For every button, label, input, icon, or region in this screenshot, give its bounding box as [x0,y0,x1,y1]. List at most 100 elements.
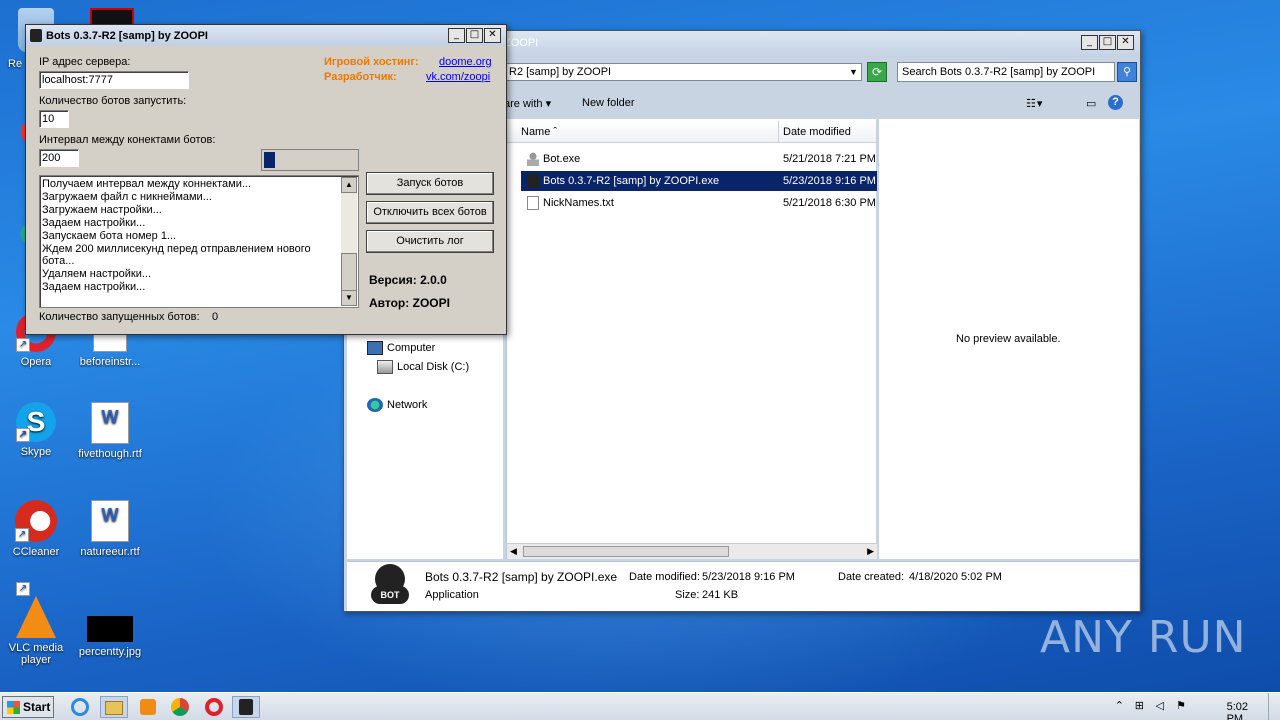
skype-icon: S ↗ [16,402,56,442]
scroll-left-icon[interactable]: ◀ [510,546,517,557]
scroll-up-icon[interactable]: ▲ [341,177,357,193]
disconnect-all-bots-button[interactable]: Отключить всех ботов [366,201,494,224]
file-list[interactable]: Name ˆ Date modified Bot.exe 5/21/2018 7… [506,119,877,559]
log-line: Загружаем файл с никнеймами... [42,190,212,203]
desktop-icon-vlc[interactable]: ↗ VLC media player [2,582,70,666]
column-header-date-modified[interactable]: Date modified [779,121,877,143]
bots-app-window[interactable]: Bots 0.3.7-R2 [samp] by ZOOPI _ □ ✕ IP а… [25,24,507,335]
minimize-button[interactable]: _ [1081,35,1098,50]
volume-icon[interactable]: ◁ [1156,699,1164,712]
shortcut-arrow-icon: ↗ [16,338,30,352]
details-size: 241 KB [702,589,739,601]
log-line: Задаем настройки... [42,216,146,229]
preview-text: No preview available. [956,333,1061,345]
shortcut-arrow-icon: ↗ [16,582,30,596]
start-button[interactable]: Start [2,696,54,718]
address-bar[interactable]: R2 [samp] by ZOOPI [504,63,862,81]
bot-count-label: Количество ботов запустить: [39,95,187,107]
horizontal-scrollbar[interactable]: ◀ ▶ [507,543,877,559]
version-info: Версия: 2.0.0 [369,273,447,287]
running-bots-count: 0 [212,311,219,323]
file-row-selected[interactable]: Bots 0.3.7-R2 [samp] by ZOOPI.exe 5/23/2… [521,171,877,191]
show-desktop-button[interactable] [1268,693,1280,720]
interval-label: Интервал между конектами ботов: [39,134,216,146]
nav-local-disk[interactable]: Local Disk (C:) [377,360,469,374]
interval-input[interactable]: 200 [39,149,79,167]
taskbar-explorer-icon[interactable] [100,696,128,718]
bot-count-input[interactable]: 10 [39,110,69,128]
close-button[interactable]: ✕ [484,28,501,43]
nav-network[interactable]: Network [367,398,427,412]
tray-expand-icon[interactable]: ⌃ [1115,699,1124,712]
desktop-icon-percentty[interactable]: percentty.jpg [76,596,144,658]
close-button[interactable]: ✕ [1117,35,1134,50]
clock[interactable]: 5:02 PM [1227,701,1248,720]
search-icon[interactable]: ⚲ [1117,62,1137,82]
hosting-label: Игровой хостинг: [324,56,419,68]
taskbar-ie-icon[interactable] [66,696,94,718]
scroll-thumb[interactable] [341,253,357,293]
hosting-link[interactable]: doome.org [439,56,492,68]
log-line: Удаляем настройки... [42,268,152,281]
file-row[interactable]: Bot.exe 5/21/2018 7:21 PM [521,149,877,169]
bots-window-title: Bots 0.3.7-R2 [samp] by ZOOPI [46,30,208,42]
address-dropdown-icon[interactable]: ▼ [849,67,858,77]
view-options-icon[interactable]: ☷ ▾ [1026,97,1042,110]
desktop-icon-natureeur[interactable]: W natureeur.rtf [76,500,144,558]
scroll-down-icon[interactable]: ▼ [341,290,357,306]
developer-label: Разработчик: [324,71,397,83]
details-size-label: Size: [675,589,700,601]
server-ip-label: IP адрес сервера: [39,56,131,68]
log-scrollbar[interactable]: ▲ ▼ [341,177,357,306]
taskbar-media-icon[interactable] [134,696,162,718]
windows-logo-icon [7,701,20,714]
network-tray-icon[interactable]: ⊞ [1135,699,1144,712]
start-bots-button[interactable]: Запуск ботов [366,172,494,195]
scroll-right-icon[interactable]: ▶ [867,546,874,557]
details-date-modified-label: Date modified: [629,571,700,583]
minimize-button[interactable]: _ [448,28,465,43]
log-line: Получаем интервал между коннектами... [42,178,252,190]
bots-title-bar[interactable]: Bots 0.3.7-R2 [samp] by ZOOPI _ □ ✕ [26,25,506,46]
taskbar-bots-app-icon[interactable] [232,696,260,718]
file-row[interactable]: NickNames.txt 5/21/2018 6:30 PM [521,193,877,213]
log-line: Запускаем бота номер 1... [42,229,177,242]
desktop-icon-fivethough[interactable]: W fivethough.rtf [76,402,144,460]
refresh-icon[interactable]: ⟳ [867,62,887,82]
server-ip-input[interactable]: localhost:7777 [39,71,189,89]
share-with-menu[interactable]: are with ▾ [504,97,551,110]
taskbar-opera-icon[interactable] [200,696,228,718]
bot-app-icon [527,174,539,188]
ccleaner-icon: ↗ [15,500,57,542]
explorer-title: ZOOPI [504,37,539,49]
desktop-icon-label: Re [8,58,23,70]
clear-log-button[interactable]: Очистить лог [366,230,494,253]
details-date-created-label: Date created: [838,571,905,583]
desktop-icon-ccleaner[interactable]: ↗ CCleaner [2,500,70,558]
bot-logo-icon: BOT [371,564,409,608]
new-folder-button[interactable]: New folder [582,97,635,109]
maximize-button[interactable]: □ [466,28,483,43]
computer-icon [367,341,383,355]
action-center-flag-icon[interactable]: ⚑ [1176,699,1186,712]
taskbar-chrome-icon[interactable] [166,696,194,718]
progress-fill [264,152,276,168]
log-box[interactable]: Получаем интервал между коннектами... Заг… [39,175,359,308]
nav-computer[interactable]: Computer [367,341,435,355]
preview-pane: No preview available. [879,119,1139,559]
scroll-thumb[interactable] [523,546,729,557]
running-bots-label: Количество запущенных ботов: [39,311,200,323]
maximize-button[interactable]: □ [1099,35,1116,50]
help-icon[interactable]: ? [1108,95,1123,110]
desktop-icon-label: VLC media player [8,642,64,666]
search-input[interactable]: Search Bots 0.3.7-R2 [samp] by ZOOPI [897,62,1115,82]
desktop-icon-skype[interactable]: S ↗ Skype [2,402,70,458]
log-line: бота... [42,255,75,268]
preview-pane-icon[interactable]: ▭ [1086,97,1096,110]
column-header-name[interactable]: Name ˆ [507,121,779,143]
log-line: Ждем 200 миллисекунд перед отправлением … [42,242,311,255]
developer-link[interactable]: vk.com/zoopi [426,71,490,83]
word-document-icon: W [91,500,129,542]
word-document-icon: W [91,402,129,444]
log-line: Задаем настройки... [42,281,146,294]
